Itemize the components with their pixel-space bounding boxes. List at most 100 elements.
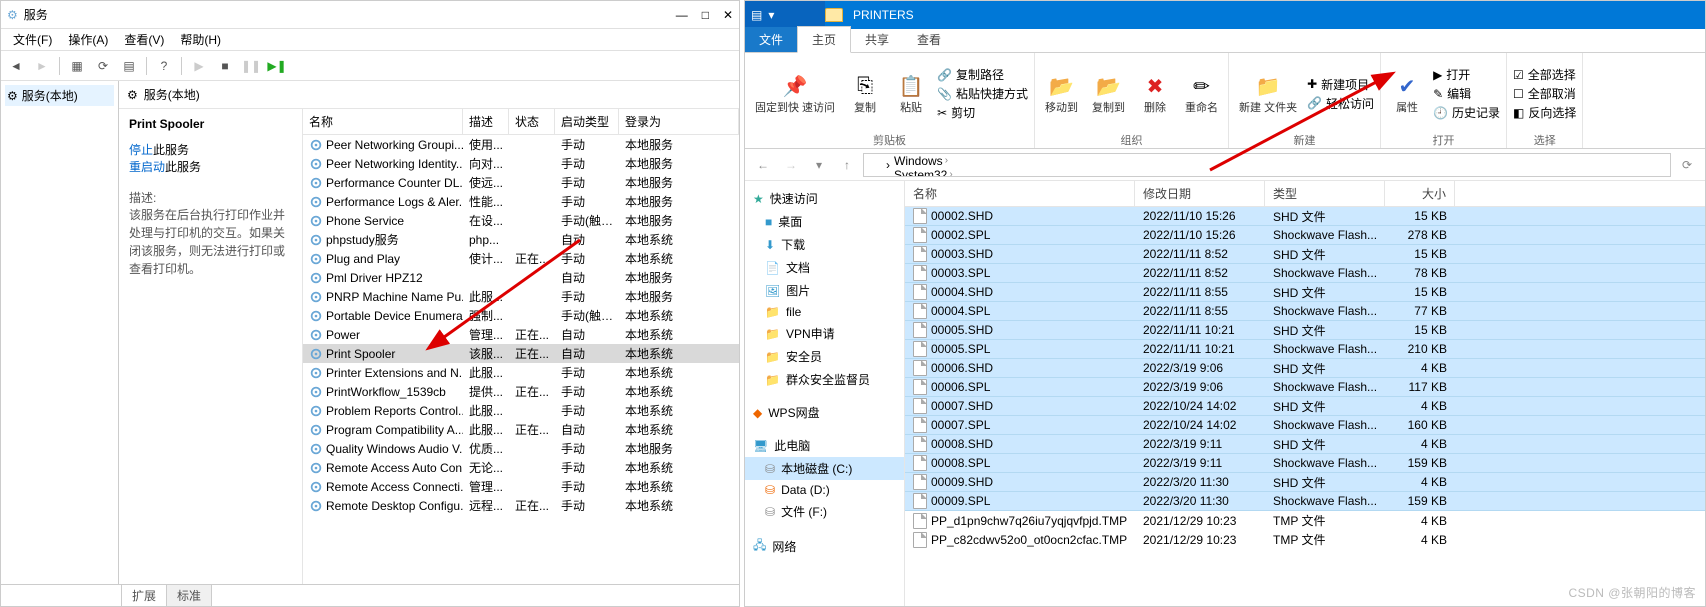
breadcrumb[interactable]: › 此电脑›本地磁盘 (C:)›Windows›System32›spool›P…	[863, 153, 1671, 177]
stop-button[interactable]: ■	[214, 55, 236, 77]
nav-cdrive[interactable]: ⛁本地磁盘 (C:)	[745, 457, 904, 480]
newfolder-button[interactable]: 📁新建 文件夹	[1235, 70, 1301, 116]
file-row[interactable]: 00006.SPL2022/3/19 9:06Shockwave Flash..…	[905, 378, 1705, 397]
qat-button[interactable]: ▾	[768, 8, 774, 22]
tree-services-local[interactable]: ⚙ 服务(本地)	[5, 85, 114, 106]
table-row[interactable]: Performance Logs & Aler...性能...手动本地服务	[303, 192, 739, 211]
refresh-button[interactable]: ⟳	[92, 55, 114, 77]
paste-shortcut-button[interactable]: 📎粘贴快捷方式	[937, 85, 1028, 102]
cut-button[interactable]: ✂剪切	[937, 104, 1028, 121]
file-row[interactable]: 00008.SPL2022/3/19 9:11Shockwave Flash..…	[905, 454, 1705, 473]
file-row[interactable]: 00004.SPL2022/11/11 8:55Shockwave Flash.…	[905, 302, 1705, 321]
file-row[interactable]: 00002.SHD2022/11/10 15:26SHD 文件15 KB	[905, 207, 1705, 226]
forward-button[interactable]: ►	[31, 55, 53, 77]
file-row[interactable]: 00003.SPL2022/11/11 8:52Shockwave Flash.…	[905, 264, 1705, 283]
col-filename[interactable]: 名称	[905, 181, 1135, 206]
crumb-segment[interactable]: Windows›	[892, 154, 973, 168]
delete-button[interactable]: ✖删除	[1135, 70, 1175, 116]
ribbon-tab-share[interactable]: 共享	[851, 27, 903, 52]
moveto-button[interactable]: 📂移动到	[1041, 70, 1082, 116]
col-size[interactable]: 大小	[1385, 181, 1455, 206]
table-row[interactable]: Phone Service在设...手动(触发...本地服务	[303, 211, 739, 230]
table-row[interactable]: Remote Desktop Configu...远程...正在...手动本地系…	[303, 496, 739, 515]
open-button[interactable]: ▶打开	[1433, 66, 1500, 83]
copyto-button[interactable]: 📂复制到	[1088, 70, 1129, 116]
nav-supervisor[interactable]: 📁群众安全监督员	[745, 368, 904, 391]
copy-button[interactable]: ⎘复制	[845, 70, 885, 116]
nav-downloads[interactable]: ⬇下载	[745, 233, 904, 256]
menu-file[interactable]: 文件(F)	[7, 29, 58, 50]
col-name[interactable]: 名称	[303, 109, 463, 134]
selectall-button[interactable]: ☑全部选择	[1513, 66, 1576, 83]
nav-up-button[interactable]: ↑	[835, 153, 859, 177]
maximize-button[interactable]: □	[702, 8, 709, 22]
nav-forward-button[interactable]: →	[779, 153, 803, 177]
col-type[interactable]: 类型	[1265, 181, 1385, 206]
properties-button[interactable]: ✔属性	[1387, 70, 1427, 116]
copy-path-button[interactable]: 🔗复制路径	[937, 66, 1028, 83]
selectnone-button[interactable]: ☐全部取消	[1513, 85, 1576, 102]
nav-wps[interactable]: ◆WPS网盘	[745, 401, 904, 424]
restart-link[interactable]: 重启动	[129, 160, 165, 174]
file-row[interactable]: 00007.SPL2022/10/24 14:02Shockwave Flash…	[905, 416, 1705, 435]
nav-ddrive[interactable]: ⛁Data (D:)	[745, 480, 904, 500]
col-status[interactable]: 状态	[509, 109, 555, 134]
menu-help[interactable]: 帮助(H)	[174, 29, 227, 50]
nav-fdrive[interactable]: ⛁文件 (F:)	[745, 500, 904, 523]
easyaccess-button[interactable]: 🔗轻松访问	[1307, 95, 1374, 112]
nav-vpn[interactable]: 📁VPN申请	[745, 322, 904, 345]
file-row[interactable]: 00008.SHD2022/3/19 9:11SHD 文件4 KB	[905, 435, 1705, 454]
nav-network[interactable]: 🖧网络	[745, 533, 904, 560]
file-list[interactable]: 名称 修改日期 类型 大小 00002.SHD2022/11/10 15:26S…	[905, 181, 1705, 606]
back-button[interactable]: ◄	[5, 55, 27, 77]
tab-extended[interactable]: 扩展	[121, 584, 167, 606]
table-row[interactable]: Power管理...正在...自动本地系统	[303, 325, 739, 344]
table-row[interactable]: Peer Networking Identity...向对...手动本地服务	[303, 154, 739, 173]
ribbon-tab-home[interactable]: 主页	[797, 26, 851, 53]
edit-button[interactable]: ✎编辑	[1433, 85, 1500, 102]
table-row[interactable]: phpstudy服务php...自动本地系统	[303, 230, 739, 249]
file-row[interactable]: 00002.SPL2022/11/10 15:26Shockwave Flash…	[905, 226, 1705, 245]
stop-link[interactable]: 停止	[129, 143, 153, 157]
file-row[interactable]: 00004.SHD2022/11/11 8:55SHD 文件15 KB	[905, 283, 1705, 302]
nav-recent-button[interactable]: ▾	[807, 153, 831, 177]
col-startup[interactable]: 启动类型	[555, 109, 619, 134]
table-row[interactable]: Print Spooler该服...正在...自动本地系统	[303, 344, 739, 363]
nav-thispc[interactable]: 🖥此电脑	[745, 434, 904, 457]
services-table[interactable]: 名称 描述 状态 启动类型 登录为 Peer Networking Groupi…	[303, 109, 739, 584]
crumb-segment[interactable]: System32›	[892, 168, 973, 177]
tab-standard[interactable]: 标准	[166, 584, 212, 606]
nav-quick-access[interactable]: ★快速访问	[745, 187, 904, 210]
nav-back-button[interactable]: ←	[751, 153, 775, 177]
help-button[interactable]: ?	[153, 55, 175, 77]
table-row[interactable]: Performance Counter DL...使远...手动本地服务	[303, 173, 739, 192]
nav-security[interactable]: 📁安全员	[745, 345, 904, 368]
pin-button[interactable]: 📌固定到快 速访问	[751, 70, 839, 116]
pause-button[interactable]: ❚❚	[240, 55, 262, 77]
col-desc[interactable]: 描述	[463, 109, 509, 134]
file-row[interactable]: 00003.SHD2022/11/11 8:52SHD 文件15 KB	[905, 245, 1705, 264]
explorer-titlebar[interactable]: ▤ ▾ PRINTERS	[745, 1, 1705, 29]
nav-desktop[interactable]: ■桌面	[745, 210, 904, 233]
file-row[interactable]: 00005.SHD2022/11/11 10:21SHD 文件15 KB	[905, 321, 1705, 340]
table-row[interactable]: Quality Windows Audio V...优质...手动本地服务	[303, 439, 739, 458]
file-row[interactable]: 00009.SHD2022/3/20 11:30SHD 文件4 KB	[905, 473, 1705, 492]
newitem-button[interactable]: ✚新建项目	[1307, 76, 1374, 93]
table-row[interactable]: Remote Access Auto Con...无论...手动本地系统	[303, 458, 739, 477]
menu-view[interactable]: 查看(V)	[118, 29, 170, 50]
nav-documents[interactable]: 📄文档	[745, 256, 904, 279]
table-row[interactable]: PrintWorkflow_1539cb提供...正在...手动本地系统	[303, 382, 739, 401]
nav-pictures[interactable]: 🖼图片	[745, 279, 904, 302]
paste-button[interactable]: 📋粘贴	[891, 70, 931, 116]
file-row[interactable]: 00006.SHD2022/3/19 9:06SHD 文件4 KB	[905, 359, 1705, 378]
table-row[interactable]: Program Compatibility A...此服...正在...自动本地…	[303, 420, 739, 439]
file-row[interactable]: PP_c82cdwv52o0_ot0ocn2cfac.TMP2021/12/29…	[905, 530, 1705, 549]
table-row[interactable]: PNRP Machine Name Pu...此服...手动本地服务	[303, 287, 739, 306]
export-button[interactable]: ▤	[118, 55, 140, 77]
chevron-right-icon[interactable]: ›	[886, 158, 890, 172]
table-row[interactable]: Remote Access Connecti...管理...手动本地系统	[303, 477, 739, 496]
rename-button[interactable]: ✏重命名	[1181, 70, 1222, 116]
nav-pane[interactable]: ★快速访问 ■桌面 ⬇下载 📄文档 🖼图片 📁file 📁VPN申请 📁安全员 …	[745, 181, 905, 606]
nav-file[interactable]: 📁file	[745, 302, 904, 322]
invertsel-button[interactable]: ◧反向选择	[1513, 104, 1576, 121]
